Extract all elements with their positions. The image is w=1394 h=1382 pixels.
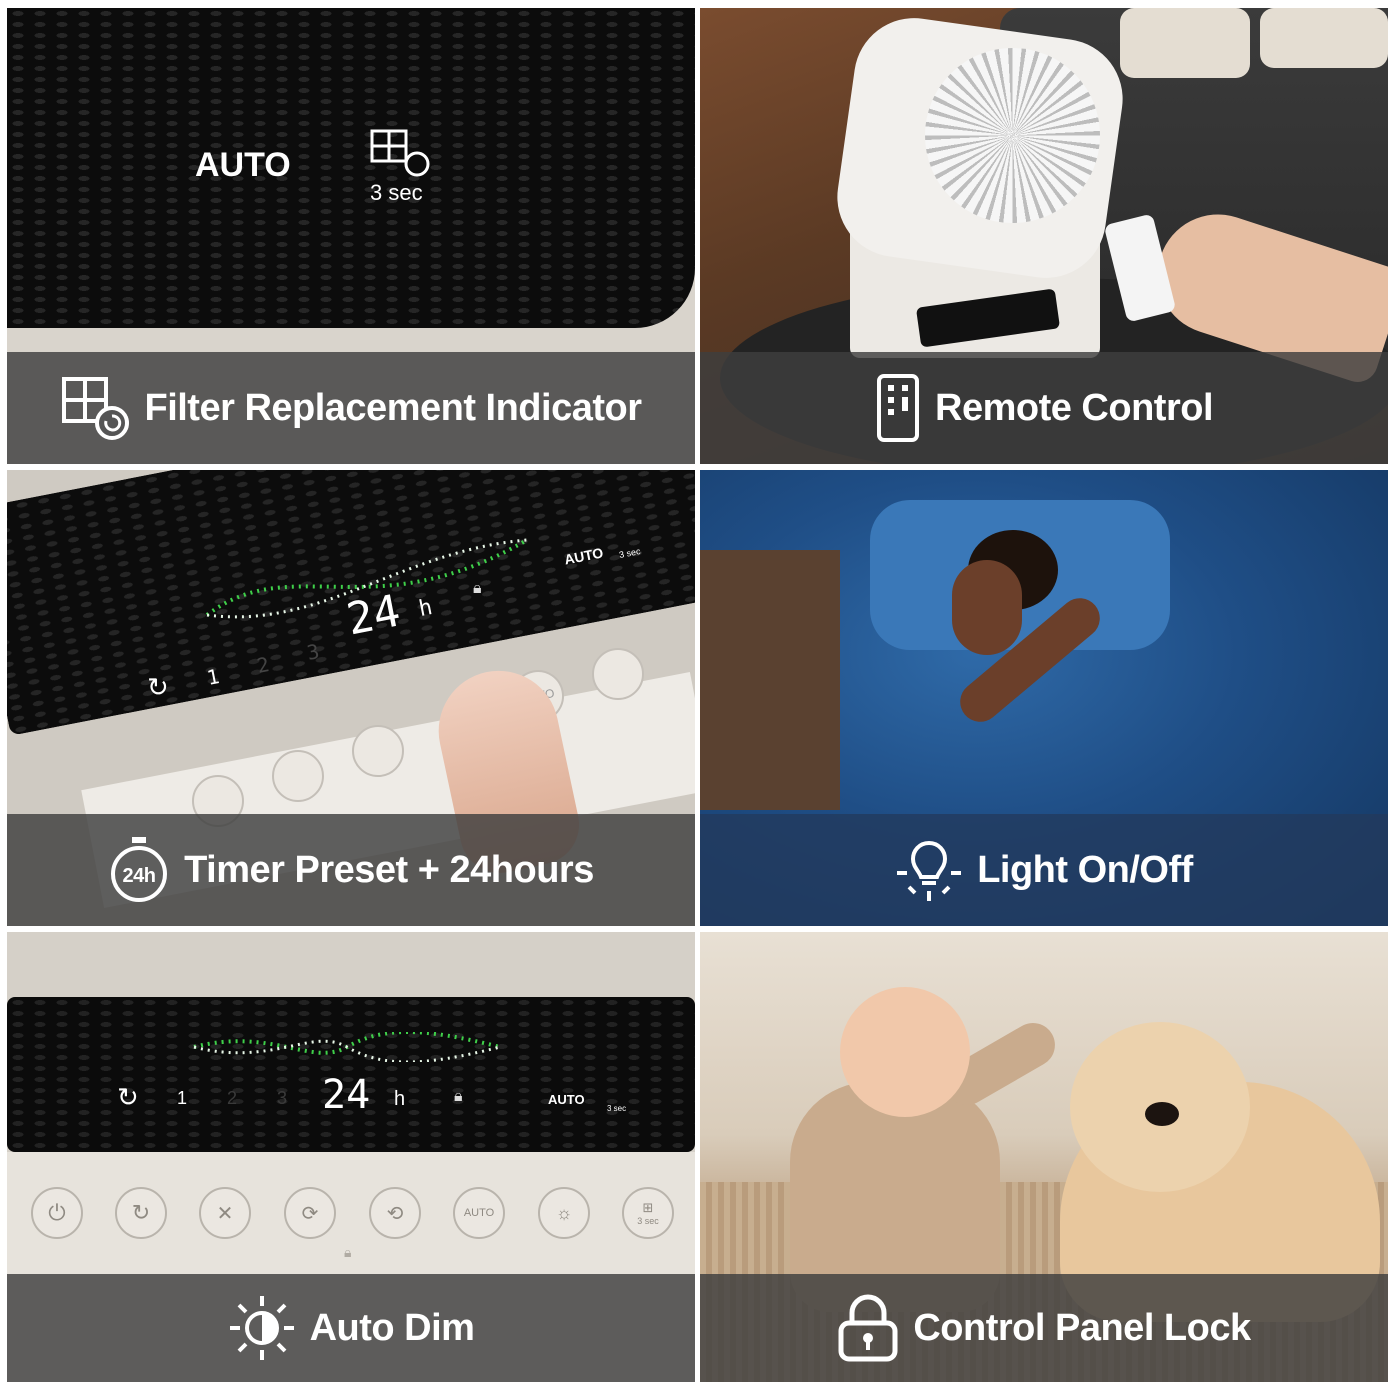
caption-bar: Control Panel Lock — [700, 1274, 1388, 1382]
rotate-button[interactable]: ⟳ — [284, 1187, 336, 1239]
rotate-button[interactable] — [352, 725, 404, 777]
timer-icon: ↻ — [131, 1200, 151, 1225]
caption-text: Auto Dim — [309, 1306, 475, 1349]
caption-text: Remote Control — [935, 386, 1214, 429]
fan-off-button[interactable]: ✕ — [199, 1187, 251, 1239]
rotate-plus-button[interactable]: ⟲ — [369, 1187, 421, 1239]
caption-text: Timer Preset + 24hours — [184, 848, 594, 891]
auto-label: AUTO — [548, 1092, 585, 1107]
light-bulb-icon — [897, 840, 962, 901]
filter-icon — [370, 129, 430, 177]
power-icon: ⏻ — [48, 1200, 66, 1225]
hold-time-label: 3 sec — [370, 180, 423, 205]
caption-bar: Light On/Off — [700, 814, 1388, 926]
sleeper-face — [952, 560, 1022, 655]
airflow-graphic — [193, 1032, 501, 1062]
timer-readout: 24 — [322, 1072, 371, 1118]
timer-badge: 24h — [123, 865, 156, 887]
display-grille — [7, 8, 695, 328]
filter-button-label: 3 sec — [637, 1216, 659, 1226]
hold-time-label: 3 sec — [607, 1104, 627, 1113]
feature-tile-remote: Remote Control — [700, 8, 1388, 464]
filter-icon: ⊞ — [642, 1200, 654, 1215]
fan-grill — [925, 48, 1100, 223]
light-button[interactable]: ☼ — [538, 1187, 590, 1239]
auto-dim-icon — [229, 1296, 294, 1360]
feature-tile-filter: AUTO 3 sec Filter Replacement Indicator — [7, 8, 695, 464]
caption-bar: Filter Replacement Indicator — [7, 352, 695, 464]
dog-nose — [1145, 1102, 1179, 1126]
speed-1: 1 — [177, 1088, 188, 1108]
rotate-icon: ↻ — [117, 1082, 139, 1112]
feature-tile-timer: 24 h 1 2 3 AUTO 3 sec ↻ 🔒︎ AUTO 24h Time… — [7, 470, 695, 926]
light-button[interactable] — [592, 648, 644, 700]
padlock-icon — [838, 1294, 898, 1362]
filter-replace-icon — [62, 377, 130, 440]
timer-readout: 24 — [342, 585, 405, 646]
fan-button[interactable] — [272, 750, 324, 802]
auto-label: AUTO — [195, 146, 291, 184]
lock-indicator: 🔒︎ — [344, 1244, 352, 1260]
speed-2: 2 — [227, 1088, 238, 1108]
caption-text: Light On/Off — [977, 848, 1193, 891]
timer-24h-icon: 24h — [111, 837, 168, 902]
speed-3: 3 — [277, 1088, 288, 1108]
feature-tile-light: Light On/Off — [700, 470, 1388, 926]
rotate-plus-icon: ⟲ — [386, 1202, 404, 1225]
lock-icon: 🔒︎ — [454, 1088, 463, 1105]
pillow — [1120, 8, 1250, 78]
timer-unit: h — [394, 1088, 406, 1110]
feature-tile-lock: Control Panel Lock — [700, 932, 1388, 1382]
pillow — [1260, 8, 1388, 68]
caption-text: Control Panel Lock — [913, 1306, 1251, 1349]
nightstand — [700, 550, 840, 810]
caption-bar: Auto Dim — [7, 1274, 695, 1382]
caption-bar: 24h Timer Preset + 24hours — [7, 814, 695, 926]
fan-off-icon: ✕ — [216, 1202, 234, 1225]
rotate-icon: ⟳ — [301, 1202, 319, 1225]
caption-text: Filter Replacement Indicator — [144, 386, 642, 429]
power-button[interactable]: ⏻ — [31, 1187, 83, 1239]
auto-button-label: AUTO — [463, 1207, 495, 1219]
lock-icon: 🔒︎ — [473, 580, 482, 597]
rotate-icon: ↻ — [147, 672, 169, 702]
light-icon: ☼ — [555, 1202, 573, 1223]
remote-icon — [877, 374, 919, 442]
feature-tile-auto-dim: ↻ 1 2 3 24 h 🔒︎ AUTO 3 sec ⏻ ↻ ✕ ⟳ ⟲ AUT… — [7, 932, 695, 1382]
timer-button[interactable]: ↻ — [115, 1187, 167, 1239]
filter-button[interactable]: ⊞ 3 sec — [622, 1187, 674, 1239]
caption-bar: Remote Control — [700, 352, 1388, 464]
auto-button[interactable]: AUTO — [453, 1187, 505, 1239]
baby-head — [840, 987, 970, 1117]
